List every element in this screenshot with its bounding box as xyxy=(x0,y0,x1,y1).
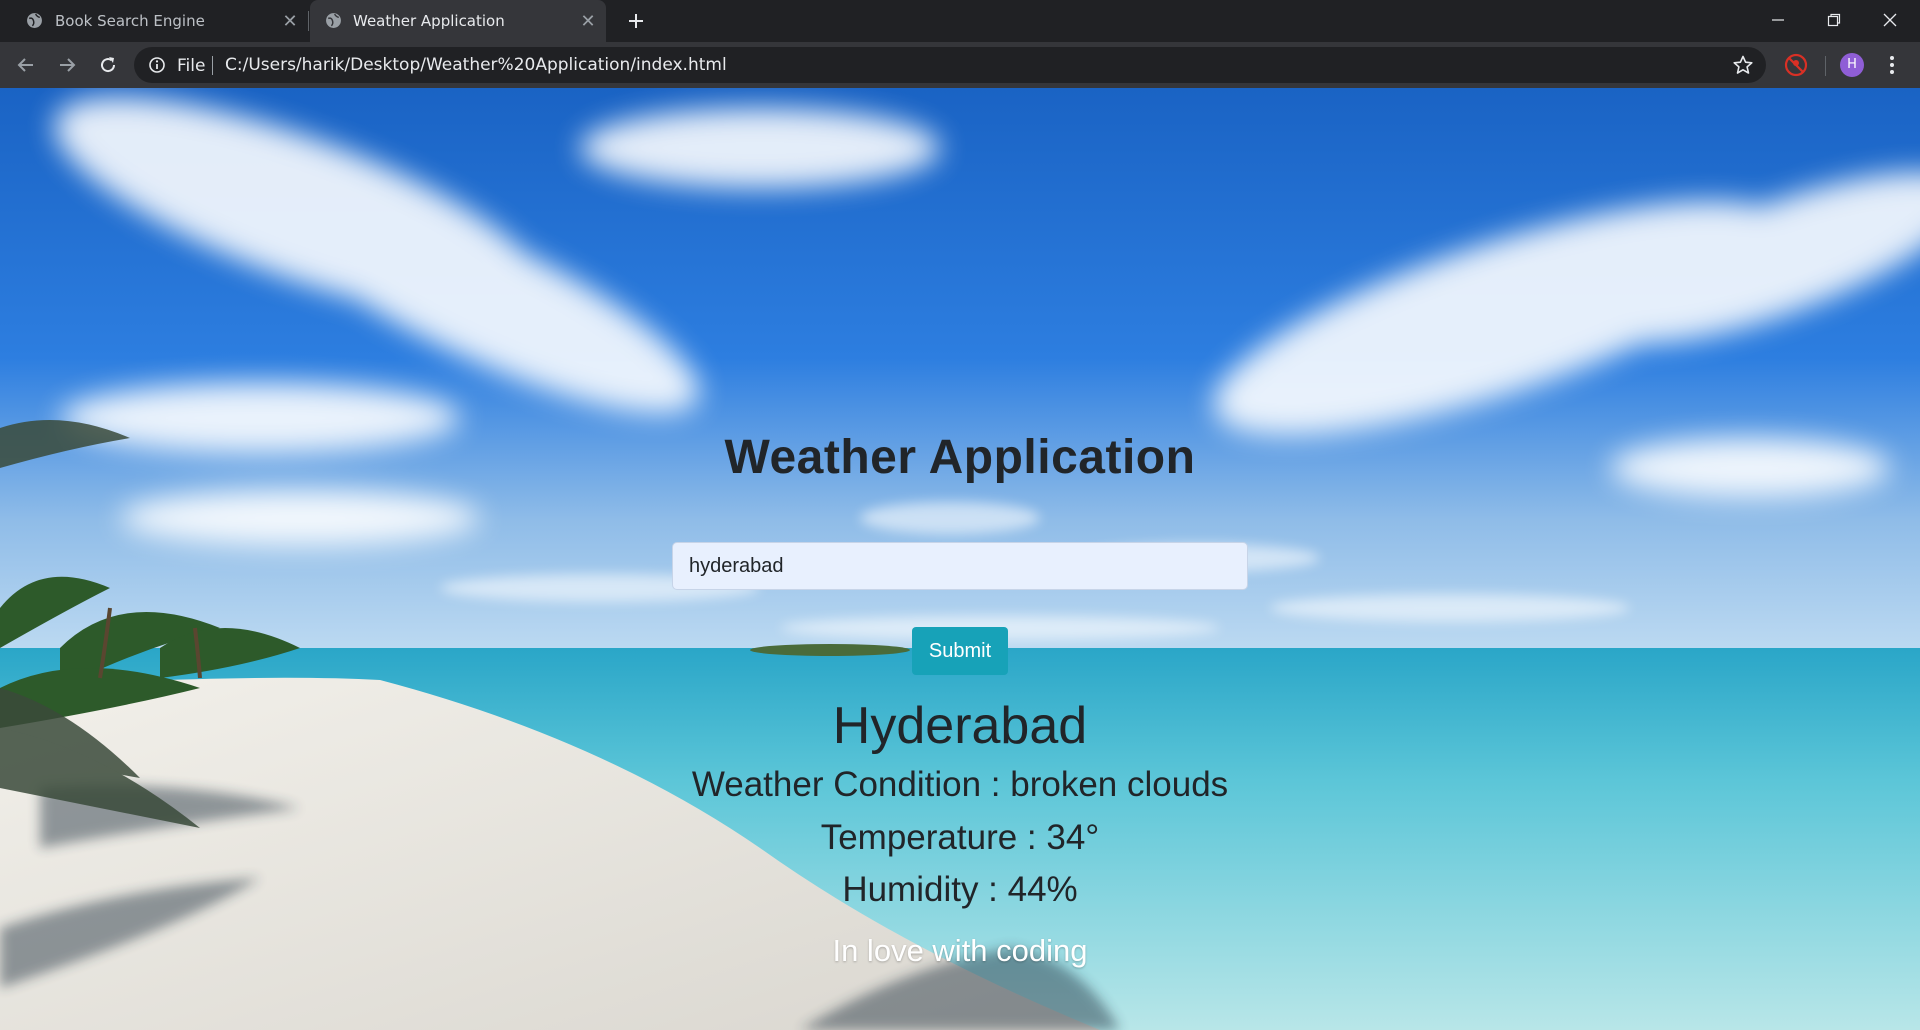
page-title: Weather Application xyxy=(724,431,1196,484)
arrow-left-icon xyxy=(17,58,33,72)
url-text[interactable]: C:/Users/harik/Desktop/Weather%20Applica… xyxy=(225,55,727,75)
weather-condition: Weather Condition : broken clouds xyxy=(691,765,1229,804)
restore-button[interactable] xyxy=(1806,0,1862,40)
tab-book-search-engine[interactable]: Book Search Engine ✕ xyxy=(0,0,308,42)
reload-button[interactable] xyxy=(93,50,123,80)
footer-text: In love with coding xyxy=(832,933,1088,968)
minimize-button[interactable] xyxy=(1750,0,1806,40)
tab-title: Weather Application xyxy=(353,12,505,30)
plus-icon xyxy=(629,14,643,28)
tab-strip: Book Search Engine ✕ Weather Application… xyxy=(0,0,1920,42)
restore-icon xyxy=(1827,13,1841,27)
temperature: Temperature : 34° xyxy=(820,818,1100,857)
profile-avatar[interactable]: H xyxy=(1840,53,1864,77)
submit-button[interactable]: Submit xyxy=(912,627,1008,675)
city-name: Hyderabad xyxy=(832,697,1088,755)
arrow-right-icon xyxy=(60,58,76,72)
page-viewport: Weather Application Submit Hyderabad Wea… xyxy=(0,88,1920,1030)
tab-weather-application[interactable]: Weather Application ✕ xyxy=(310,0,606,42)
close-icon xyxy=(1883,13,1897,27)
close-icon[interactable]: ✕ xyxy=(578,11,598,32)
globe-icon xyxy=(326,13,341,28)
address-bar[interactable]: File C:/Users/harik/Desktop/Weather%20Ap… xyxy=(134,47,1766,83)
scheme-label: File xyxy=(177,56,206,76)
minimize-icon xyxy=(1772,19,1784,21)
reload-icon xyxy=(101,57,116,73)
browser-toolbar: File C:/Users/harik/Desktop/Weather%20Ap… xyxy=(0,42,1920,88)
more-menu-icon[interactable] xyxy=(1880,53,1904,77)
new-tab-button[interactable] xyxy=(620,9,652,33)
globe-icon xyxy=(27,13,42,28)
close-window-button[interactable] xyxy=(1862,0,1918,40)
blocked-extension-icon[interactable] xyxy=(1783,52,1809,78)
weather-app: Weather Application Submit Hyderabad Wea… xyxy=(0,88,1920,1030)
tab-divider xyxy=(308,11,309,31)
tab-title: Book Search Engine xyxy=(55,12,205,30)
city-search-input[interactable] xyxy=(672,542,1248,590)
info-icon[interactable] xyxy=(148,56,166,74)
close-icon[interactable]: ✕ xyxy=(280,11,300,32)
back-button[interactable] xyxy=(11,50,41,80)
star-icon[interactable] xyxy=(1732,54,1754,76)
humidity: Humidity : 44% xyxy=(842,870,1078,909)
divider xyxy=(212,56,213,75)
toolbar-divider xyxy=(1825,56,1826,76)
forward-button[interactable] xyxy=(52,50,82,80)
